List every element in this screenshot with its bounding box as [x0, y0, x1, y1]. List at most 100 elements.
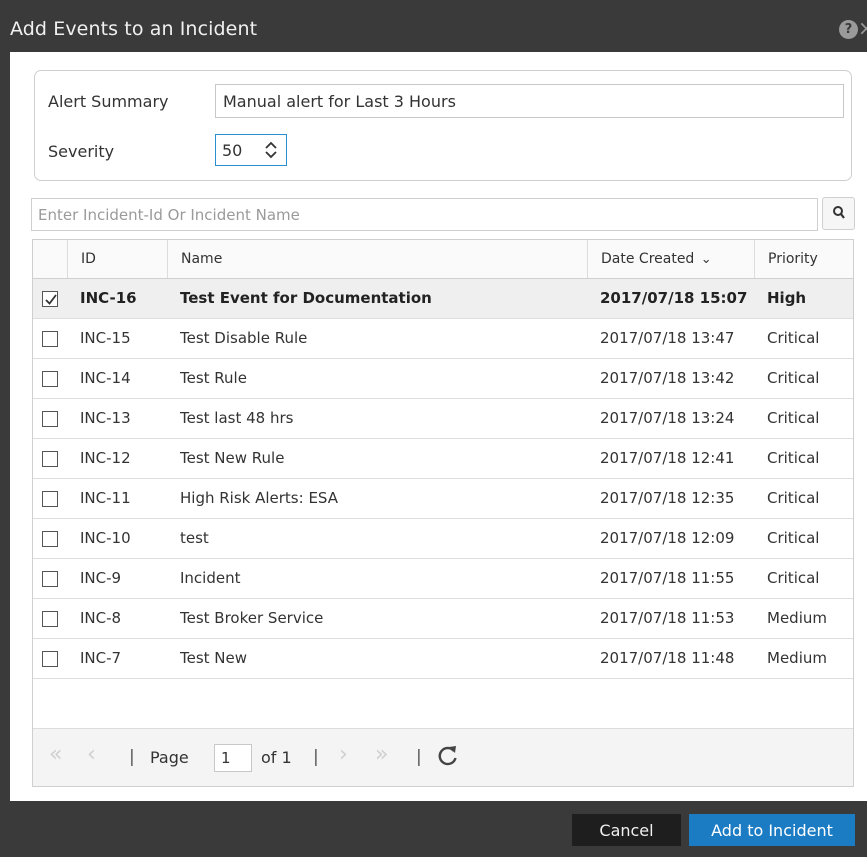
pager-separator: | — [313, 747, 319, 767]
row-checkbox[interactable] — [42, 571, 58, 587]
checkbox-checked-icon — [45, 294, 57, 305]
cell-date-created: 2017/07/18 15:07 — [600, 289, 748, 307]
dialog-titlebar: Add Events to an Incident ? × — [0, 10, 867, 52]
select-column-header — [33, 240, 67, 278]
search-button[interactable] — [822, 197, 855, 230]
cell-priority: Medium — [767, 649, 827, 667]
cell-date-created: 2017/07/18 11:48 — [600, 649, 735, 667]
cell-priority: Critical — [767, 449, 820, 467]
cell-date-created: 2017/07/18 11:53 — [600, 609, 735, 627]
table-row[interactable]: INC-8 Test Broker Service 2017/07/18 11:53… — [33, 599, 853, 639]
table-row[interactable]: INC-13 Test last 48 hrs 2017/07/18 13:24 Cr… — [33, 399, 853, 439]
pager-separator: | — [129, 747, 135, 767]
cell-id: INC-8 — [80, 609, 122, 627]
cell-id: INC-12 — [80, 449, 131, 467]
cell-name: Test New — [180, 649, 248, 667]
cell-date-created: 2017/07/18 13:24 — [600, 409, 735, 427]
close-icon[interactable]: × — [858, 16, 867, 40]
alert-form-panel: Alert Summary Severity 50 — [34, 70, 852, 181]
cell-priority: Critical — [767, 409, 820, 427]
cell-name: Incident — [180, 569, 241, 587]
cell-priority: Critical — [767, 569, 820, 587]
table-row[interactable]: INC-7 Test New 2017/07/18 11:48 Medium — [33, 639, 853, 679]
add-events-dialog: Add Events to an Incident ? × Alert Summ… — [0, 0, 867, 857]
column-header-priority[interactable]: Priority — [754, 240, 853, 278]
table-row[interactable]: INC-9 Incident 2017/07/18 11:55 Critical — [33, 559, 853, 599]
cell-id: INC-10 — [80, 529, 131, 547]
cell-priority: Critical — [767, 529, 820, 547]
cell-priority: Critical — [767, 329, 820, 347]
row-checkbox[interactable] — [42, 531, 58, 547]
search-icon — [833, 206, 845, 219]
cell-name: Test New Rule — [180, 449, 285, 467]
table-row[interactable]: INC-14 Test Rule 2017/07/18 13:42 Critical — [33, 359, 853, 399]
stepper-icon[interactable] — [262, 138, 280, 162]
cell-date-created: 2017/07/18 12:35 — [600, 489, 735, 507]
dialog-title: Add Events to an Incident — [10, 18, 258, 40]
cell-name: Test Event for Documentation — [180, 289, 432, 307]
cell-name: Test Rule — [180, 369, 247, 387]
row-checkbox[interactable] — [42, 611, 58, 627]
cell-date-created: 2017/07/18 11:55 — [600, 569, 735, 587]
table-row[interactable]: INC-16 Test Event for Documentation 2017/0… — [33, 279, 853, 319]
row-checkbox-checked[interactable] — [42, 291, 58, 307]
row-checkbox[interactable] — [42, 331, 58, 347]
cell-name: High Risk Alerts: ESA — [180, 489, 338, 507]
refresh-icon[interactable] — [435, 743, 461, 769]
severity-value[interactable]: 50 — [222, 141, 242, 160]
column-header-id[interactable]: ID — [67, 240, 167, 278]
alert-summary-input[interactable] — [215, 84, 844, 118]
cell-date-created: 2017/07/18 13:47 — [600, 329, 735, 347]
cell-id: INC-14 — [80, 369, 131, 387]
add-to-incident-button[interactable]: Add to Incident — [689, 814, 855, 846]
first-page-icon[interactable]: « — [49, 742, 62, 767]
cell-id: INC-13 — [80, 409, 131, 427]
cell-name: test — [180, 529, 209, 547]
column-header-date-created[interactable]: Date Created ⌄ — [587, 240, 754, 278]
cell-priority: Critical — [767, 369, 820, 387]
row-checkbox[interactable] — [42, 371, 58, 387]
row-checkbox[interactable] — [42, 491, 58, 507]
table-header: ID Name Date Created ⌄ Priority — [33, 240, 853, 279]
cell-id: INC-7 — [80, 649, 122, 667]
table-row[interactable]: INC-10 test 2017/07/18 12:09 Critical — [33, 519, 853, 559]
incident-search-input[interactable] — [31, 198, 818, 231]
dialog-body: Alert Summary Severity 50 ID Name — [10, 52, 867, 801]
alert-summary-label: Alert Summary — [48, 92, 169, 111]
cell-id: INC-11 — [80, 489, 131, 507]
help-icon[interactable]: ? — [839, 20, 858, 39]
table-row[interactable]: INC-11 High Risk Alerts: ESA 2017/07/18 12… — [33, 479, 853, 519]
severity-stepper[interactable]: 50 — [215, 134, 287, 166]
cell-priority: Critical — [767, 489, 820, 507]
next-page-icon[interactable]: › — [339, 742, 348, 767]
page-label: Page — [150, 748, 189, 767]
row-checkbox[interactable] — [42, 651, 58, 667]
column-header-name[interactable]: Name — [167, 240, 587, 278]
dialog-footer: Cancel Add to Incident — [0, 801, 867, 857]
cell-id: INC-16 — [80, 289, 137, 307]
cell-name: Test last 48 hrs — [180, 409, 294, 427]
cell-name: Test Broker Service — [180, 609, 324, 627]
cell-date-created: 2017/07/18 12:41 — [600, 449, 735, 467]
cell-priority: Medium — [767, 609, 827, 627]
cancel-button[interactable]: Cancel — [572, 814, 681, 846]
table-row[interactable]: INC-12 Test New Rule 2017/07/18 12:41 Criti… — [33, 439, 853, 479]
severity-label: Severity — [48, 142, 115, 161]
cell-priority: High — [767, 289, 807, 307]
incident-table: ID Name Date Created ⌄ Priority INC-16 Te… — [32, 239, 854, 787]
chevron-down-icon: ⌄ — [700, 252, 712, 267]
row-checkbox[interactable] — [42, 411, 58, 427]
pager-separator: | — [416, 747, 422, 767]
page-number-input[interactable] — [214, 744, 252, 772]
cell-date-created: 2017/07/18 12:09 — [600, 529, 735, 547]
prev-page-icon[interactable]: ‹ — [87, 742, 96, 767]
row-checkbox[interactable] — [42, 451, 58, 467]
cell-id: INC-15 — [80, 329, 131, 347]
page-of-label: of 1 — [261, 748, 292, 767]
date-created-label: Date Created — [601, 251, 695, 267]
table-row[interactable]: INC-15 Test Disable Rule 2017/07/18 13:47 C… — [33, 319, 853, 359]
cell-name: Test Disable Rule — [180, 329, 308, 347]
pagination-bar: « ‹ | Page of 1 | › » | — [33, 728, 853, 786]
last-page-icon[interactable]: » — [375, 742, 388, 767]
cell-date-created: 2017/07/18 13:42 — [600, 369, 735, 387]
